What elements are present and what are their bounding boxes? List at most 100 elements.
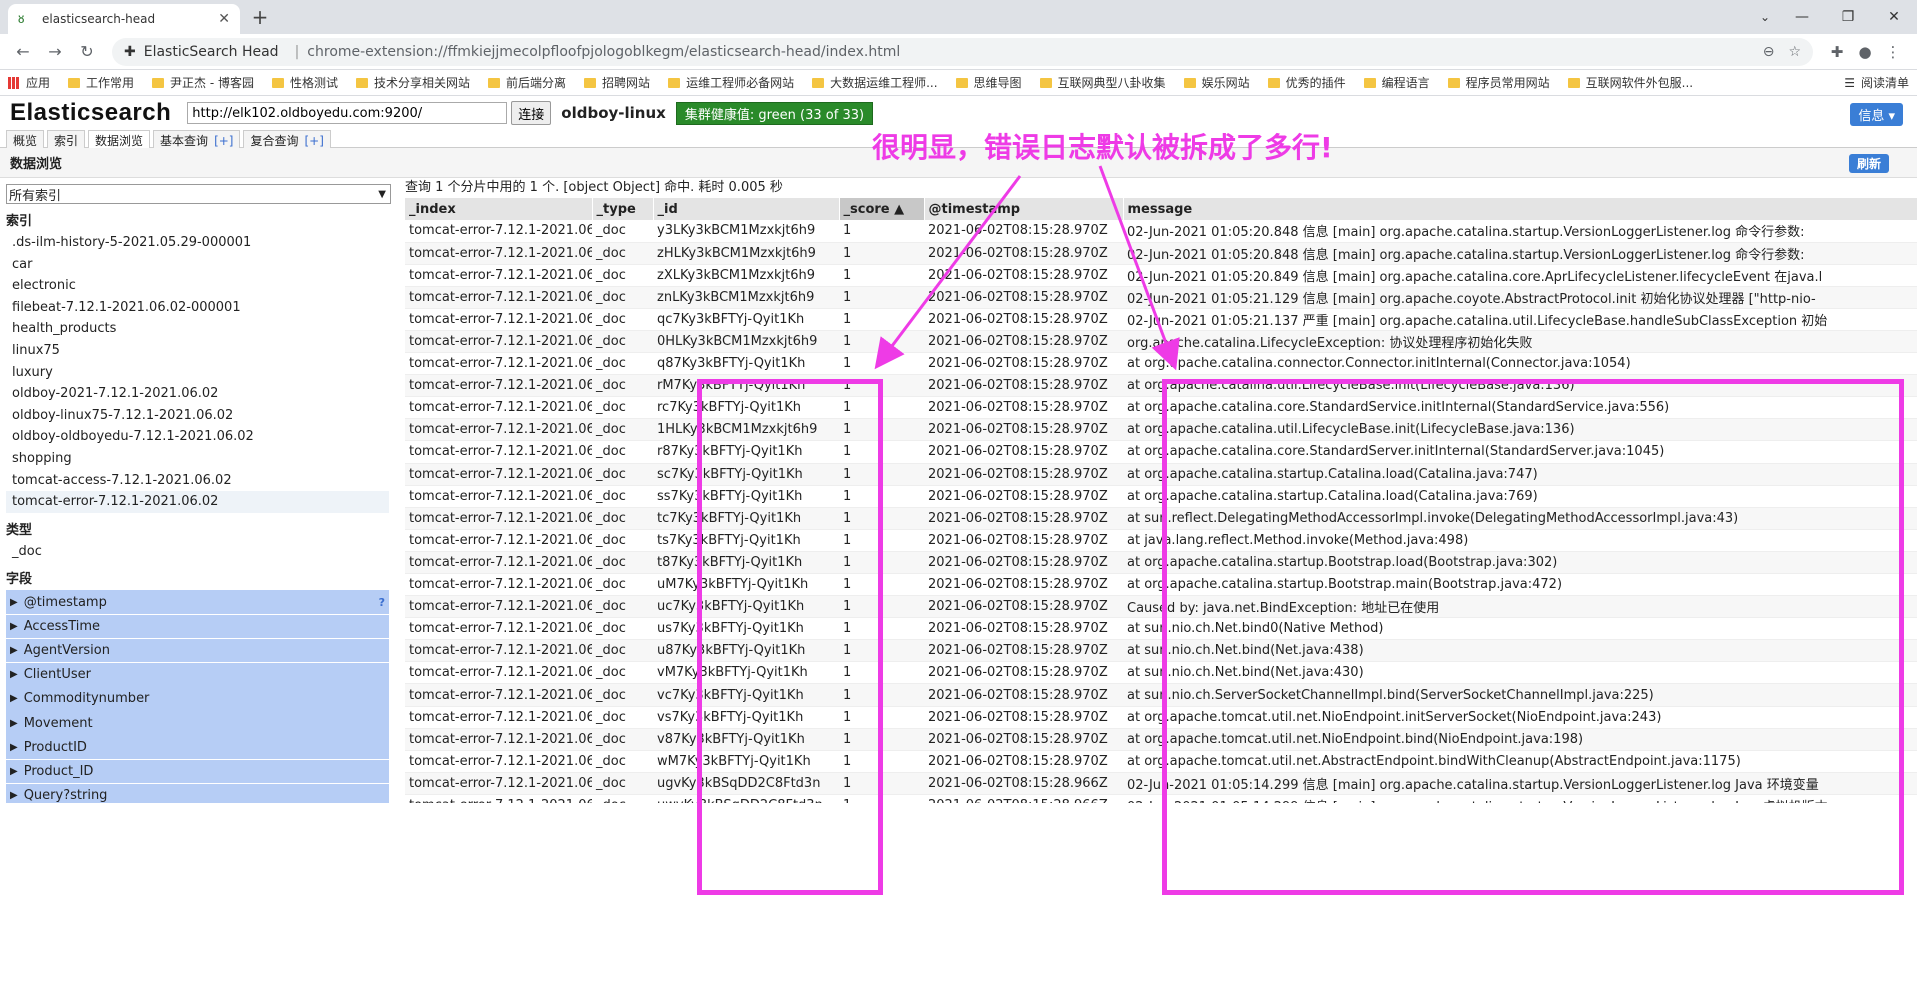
index-item[interactable]: oldboy-oldboyedu-7.12.1-2021.06.02 [6,426,389,448]
es-header: Elasticsearch 连接 oldboy-linux 集群健康值: gre… [0,96,1917,130]
table-row[interactable]: tomcat-error-7.12.1-2021.06.02_docq87Ky3… [405,352,1917,376]
type-item[interactable]: _doc [6,541,389,563]
expand-triangle-icon[interactable]: ▶ [10,766,18,777]
field-item[interactable]: ▶ ClientUser [6,662,389,687]
menu-kebab-icon[interactable]: ⋮ [1879,43,1907,61]
query-info: 查询 1 个分片中用的 1 个. [object Object] 命中. 耗时 … [405,180,783,195]
table-cell: _doc [592,463,653,486]
profile-avatar-icon[interactable]: ● [1851,43,1879,61]
expand-triangle-icon[interactable]: ▶ [10,597,18,608]
index-item[interactable]: linux75 [6,340,389,362]
bookmark-star-icon[interactable]: ☆ [1788,44,1801,60]
close-tab-icon[interactable]: ✕ [218,11,230,27]
bookmark-item[interactable]: 工作常用 [68,74,134,91]
bookmark-item[interactable]: 技术分享相关网站 [356,74,470,91]
index-item[interactable]: tomcat-error-7.12.1-2021.06.02 [6,491,389,513]
es-tab[interactable]: 索引 [47,130,86,148]
field-label: AccessTime [23,618,101,634]
refresh-button[interactable]: 刷新 [1848,154,1889,173]
field-item[interactable]: ▶ ProductID [6,735,389,760]
field-item[interactable]: ▶ Commoditynumber [6,687,389,711]
bookmark-item[interactable]: 运维工程师必备网站 [668,74,794,91]
expand-triangle-icon[interactable]: ▶ [10,645,18,656]
connect-url-input[interactable] [187,102,508,124]
es-tab[interactable]: 概览 [6,130,45,148]
table-row[interactable]: tomcat-error-7.12.1-2021.06.02_docqc7Ky3… [405,308,1917,331]
es-tab[interactable]: 复合查询 [+] [243,130,331,148]
table-cell: _doc [592,661,653,685]
omnibox-url[interactable]: chrome-extension://ffmkiejjmecolpfloofpj… [307,44,1748,60]
field-item[interactable]: ▶ Product_ID [6,759,389,784]
bookmark-item[interactable]: 应用 [8,74,50,91]
close-window-icon[interactable]: ✕ [1871,9,1917,25]
bookmark-item[interactable]: 程序员常用网站 [1447,74,1550,91]
table-cell: 02-Jun-2021 01:05:20.848 信息 [main] org.a… [1123,242,1917,265]
index-item[interactable]: electronic [6,275,389,297]
bookmark-item[interactable]: 思维导图 [955,74,1022,91]
field-item[interactable]: ▶ Movement [6,711,389,735]
expand-triangle-icon[interactable]: ▶ [10,718,18,729]
table-row[interactable]: tomcat-error-7.12.1-2021.06.02_doc0HLKy3… [405,330,1917,354]
field-item[interactable]: ▶ Query?string [6,783,389,803]
table-row[interactable]: tomcat-error-7.12.1-2021.06.02_doczHLKy3… [405,242,1917,265]
bookmark-item[interactable]: 娱乐网站 [1183,74,1250,91]
index-item[interactable]: oldboy-linux75-7.12.1-2021.06.02 [6,405,389,427]
es-tab-plus[interactable]: [+] [214,134,233,148]
bookmark-item[interactable]: 尹正杰 - 博客园 [152,74,254,91]
reload-icon[interactable]: ↻ [74,42,100,61]
expand-triangle-icon[interactable]: ▶ [10,669,18,680]
help-icon[interactable]: ? [379,596,385,609]
field-item[interactable]: ▶ AgentVersion [6,638,389,663]
bookmark-item[interactable]: 互联网软件外包服... [1567,74,1693,91]
restore-icon[interactable]: ❐ [1825,9,1871,25]
omnibox[interactable]: ✚ ElasticSearch Head | chrome-extension:… [112,37,1813,66]
info-button[interactable]: 信息 ▾ [1850,103,1903,126]
es-tab-plus[interactable]: [+] [305,134,324,148]
bookmark-item[interactable]: 性格测试 [272,74,338,91]
reading-list[interactable]: ☰ 阅读清单 [1844,74,1909,91]
expand-triangle-icon[interactable]: ▶ [10,693,18,704]
column-header[interactable]: _score ▲ [839,198,925,220]
new-tab-icon[interactable]: + [246,4,274,32]
forward-icon[interactable]: → [42,42,68,61]
bookmark-item[interactable]: 优秀的插件 [1267,74,1346,91]
index-item[interactable]: tomcat-access-7.12.1-2021.06.02 [6,470,389,492]
es-tab[interactable]: 基本查询 [+] [153,130,241,148]
zoom-icon[interactable]: ⊖ [1763,44,1775,60]
expand-triangle-icon[interactable]: ▶ [10,790,18,801]
index-select[interactable]: 所有索引 ▼ [6,184,391,204]
index-item[interactable]: shopping [6,448,389,470]
index-item[interactable]: filebeat-7.12.1-2021.06.02-000001 [6,297,389,319]
column-header[interactable]: _type [592,198,654,220]
column-header[interactable]: @timestamp [924,198,1124,220]
back-icon[interactable]: ← [10,42,36,61]
index-item[interactable]: luxury [6,362,389,384]
es-tab[interactable]: 数据浏览 [88,130,151,148]
bookmark-label: 娱乐网站 [1201,76,1250,90]
index-select-value: 所有索引 [9,188,62,204]
column-header[interactable]: _index [405,198,593,220]
index-item[interactable]: car [6,254,389,276]
extensions-icon[interactable]: ✚ [1823,43,1851,61]
field-item[interactable]: ▶ AccessTime [6,614,389,639]
field-item[interactable]: ▶ @timestamp? [6,590,389,614]
column-header[interactable]: _id [653,198,840,220]
table-row[interactable]: tomcat-error-7.12.1-2021.06.02_docznLKy3… [405,286,1917,309]
bookmark-item[interactable]: 互联网典型八卦收集 [1039,74,1166,91]
minimize-icon[interactable]: — [1779,9,1825,25]
index-item[interactable]: oldboy-2021-7.12.1-2021.06.02 [6,383,389,405]
index-item[interactable]: .ds-ilm-history-5-2021.05.29-000001 [6,232,389,254]
browser-tab[interactable]: ᴕ elasticsearch-head ✕ [8,4,240,34]
bookmark-item[interactable]: 大数据运维工程师... [812,74,938,91]
bookmark-item[interactable]: 前后端分离 [488,74,566,91]
expand-triangle-icon[interactable]: ▶ [10,621,18,632]
index-item[interactable]: health_products [6,318,389,340]
connect-button[interactable]: 连接 [511,101,552,125]
table-row[interactable]: tomcat-error-7.12.1-2021.06.02_docy3LKy3… [405,220,1917,243]
bookmark-item[interactable]: 编程语言 [1363,74,1430,91]
column-header[interactable]: message [1123,198,1917,220]
tab-search-icon[interactable]: ⌄ [1751,10,1779,24]
table-row[interactable]: tomcat-error-7.12.1-2021.06.02_doczXLKy3… [405,264,1917,287]
expand-triangle-icon[interactable]: ▶ [10,742,18,753]
bookmark-item[interactable]: 招聘网站 [584,74,650,91]
